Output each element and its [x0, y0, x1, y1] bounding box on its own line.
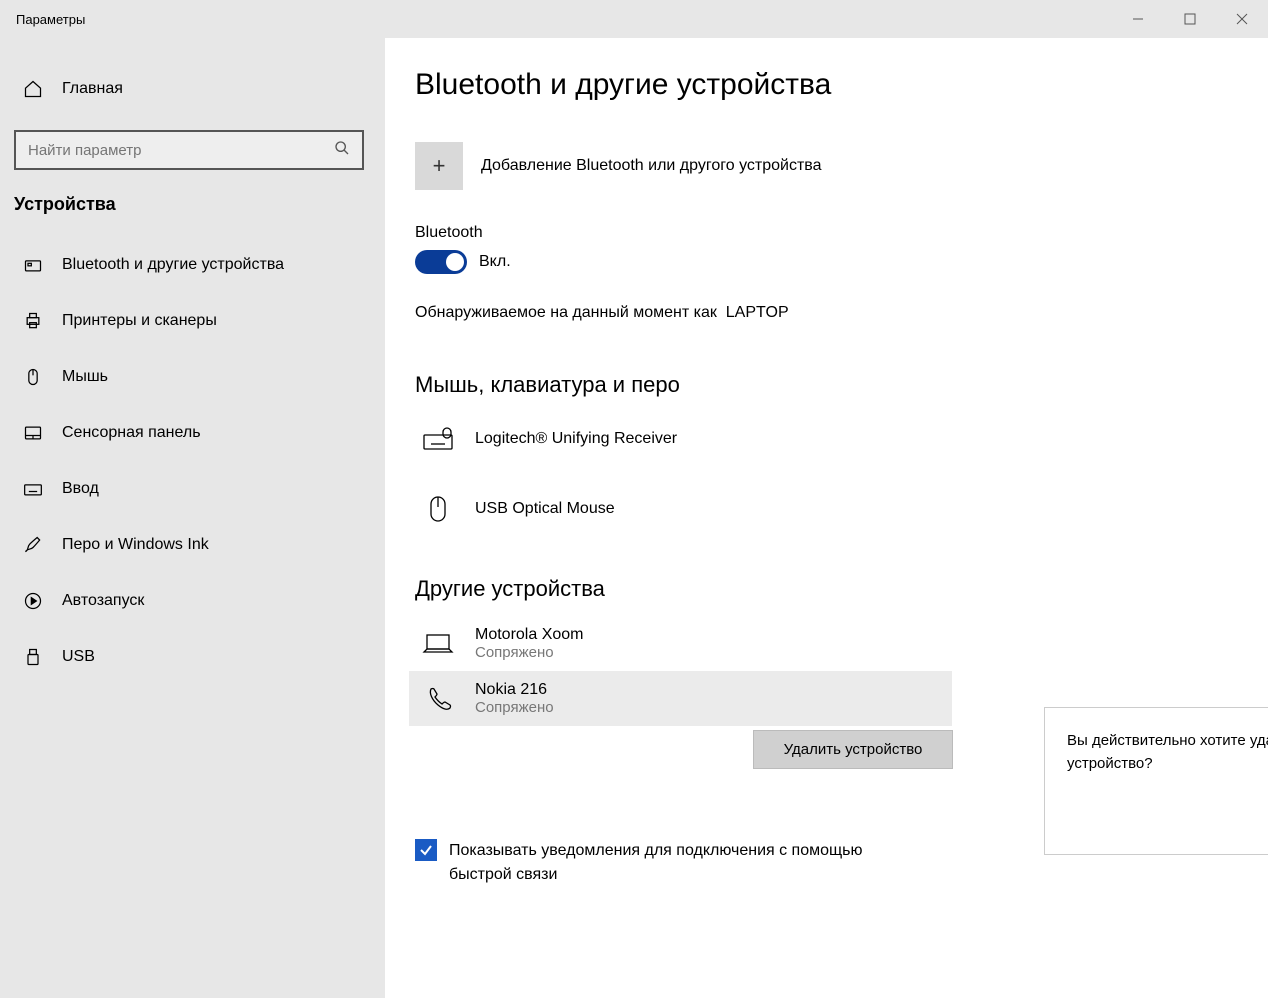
- mouse-icon: [22, 366, 44, 388]
- home-icon: [22, 78, 44, 100]
- sidebar-item-pen[interactable]: Перо и Windows Ink: [14, 519, 371, 571]
- add-device-label: Добавление Bluetooth или другого устройс…: [481, 157, 822, 175]
- confirm-popup: Вы действительно хотите удалить это устр…: [1044, 707, 1268, 855]
- search-input[interactable]: [14, 130, 364, 170]
- search-icon: [334, 140, 350, 161]
- plus-icon: +: [415, 142, 463, 190]
- toggle-knob: [446, 253, 464, 271]
- device-item[interactable]: Logitech® Unifying Receiver: [415, 412, 1248, 466]
- keyboard-device-icon: [421, 422, 455, 456]
- notify-label: Показывать уведомления для подключения с…: [449, 839, 929, 887]
- category-heading: Устройства: [14, 194, 371, 215]
- sidebar-item-mouse[interactable]: Мышь: [14, 351, 371, 403]
- remove-device-button[interactable]: Удалить устройство: [753, 730, 953, 769]
- autoplay-icon: [22, 590, 44, 612]
- touchpad-icon: [22, 422, 44, 444]
- titlebar: Параметры: [0, 0, 1268, 38]
- keyboard-icon: [22, 478, 44, 500]
- sidebar-item-typing[interactable]: Ввод: [14, 463, 371, 515]
- close-button[interactable]: [1216, 0, 1268, 38]
- sidebar-item-usb[interactable]: USB: [14, 631, 371, 683]
- sidebar-item-label: USB: [62, 648, 95, 666]
- pen-icon: [22, 534, 44, 556]
- usb-icon: [22, 646, 44, 668]
- printer-icon: [22, 310, 44, 332]
- device-status: Сопряжено: [475, 644, 584, 661]
- window-controls: [1112, 0, 1268, 38]
- sidebar-item-touchpad[interactable]: Сенсорная панель: [14, 407, 371, 459]
- mouse-device-icon: [421, 492, 455, 526]
- bluetooth-toggle-state: Вкл.: [479, 253, 511, 271]
- sidebar-item-autoplay[interactable]: Автозапуск: [14, 575, 371, 627]
- sidebar: Главная Устройства Bluetooth и другие ус…: [0, 38, 385, 998]
- device-name: Motorola Xoom: [475, 626, 584, 644]
- main-content: Bluetooth и другие устройства + Добавлен…: [385, 38, 1268, 998]
- computer-name: LAPTOP: [726, 304, 789, 321]
- sidebar-item-label: Ввод: [62, 480, 99, 498]
- device-status: Сопряжено: [475, 699, 554, 716]
- discoverable-text: Обнаруживаемое на данный момент как LAPT…: [415, 304, 1248, 322]
- sidebar-item-label: Bluetooth и другие устройства: [62, 256, 284, 274]
- device-item[interactable]: Motorola Xoom Сопряжено: [415, 616, 1248, 671]
- laptop-device-icon: [421, 627, 455, 661]
- add-device-button[interactable]: + Добавление Bluetooth или другого устро…: [415, 142, 1248, 190]
- window-title: Параметры: [0, 12, 85, 27]
- bluetooth-heading: Bluetooth: [415, 224, 1248, 242]
- popup-message: Вы действительно хотите удалить это устр…: [1067, 730, 1268, 775]
- sidebar-item-printers[interactable]: Принтеры и сканеры: [14, 295, 371, 347]
- sidebar-item-label: Мышь: [62, 368, 108, 386]
- home-label: Главная: [62, 80, 123, 98]
- device-name: Logitech® Unifying Receiver: [475, 430, 677, 448]
- search-field[interactable]: [28, 142, 334, 159]
- bluetooth-devices-icon: [22, 254, 44, 276]
- sidebar-item-label: Перо и Windows Ink: [62, 536, 209, 554]
- section-other-devices: Другие устройства: [415, 576, 1248, 602]
- device-name: Nokia 216: [475, 681, 554, 699]
- sidebar-item-bluetooth[interactable]: Bluetooth и другие устройства: [14, 239, 371, 291]
- maximize-button[interactable]: [1164, 0, 1216, 38]
- sidebar-item-label: Автозапуск: [62, 592, 144, 610]
- page-title: Bluetooth и другие устройства: [415, 68, 1248, 102]
- section-mouse-keyboard: Мышь, клавиатура и перо: [415, 372, 1248, 398]
- phone-device-icon: [421, 682, 455, 716]
- nav-list: Bluetooth и другие устройства Принтеры и…: [14, 239, 371, 683]
- device-name: USB Optical Mouse: [475, 500, 615, 518]
- sidebar-item-label: Принтеры и сканеры: [62, 312, 217, 330]
- sidebar-item-label: Сенсорная панель: [62, 424, 201, 442]
- device-item-selected[interactable]: Nokia 216 Сопряжено: [409, 671, 952, 726]
- device-item[interactable]: USB Optical Mouse: [415, 482, 1248, 536]
- notify-checkbox[interactable]: [415, 839, 437, 861]
- minimize-button[interactable]: [1112, 0, 1164, 38]
- home-link[interactable]: Главная: [14, 68, 371, 110]
- bluetooth-toggle[interactable]: [415, 250, 467, 274]
